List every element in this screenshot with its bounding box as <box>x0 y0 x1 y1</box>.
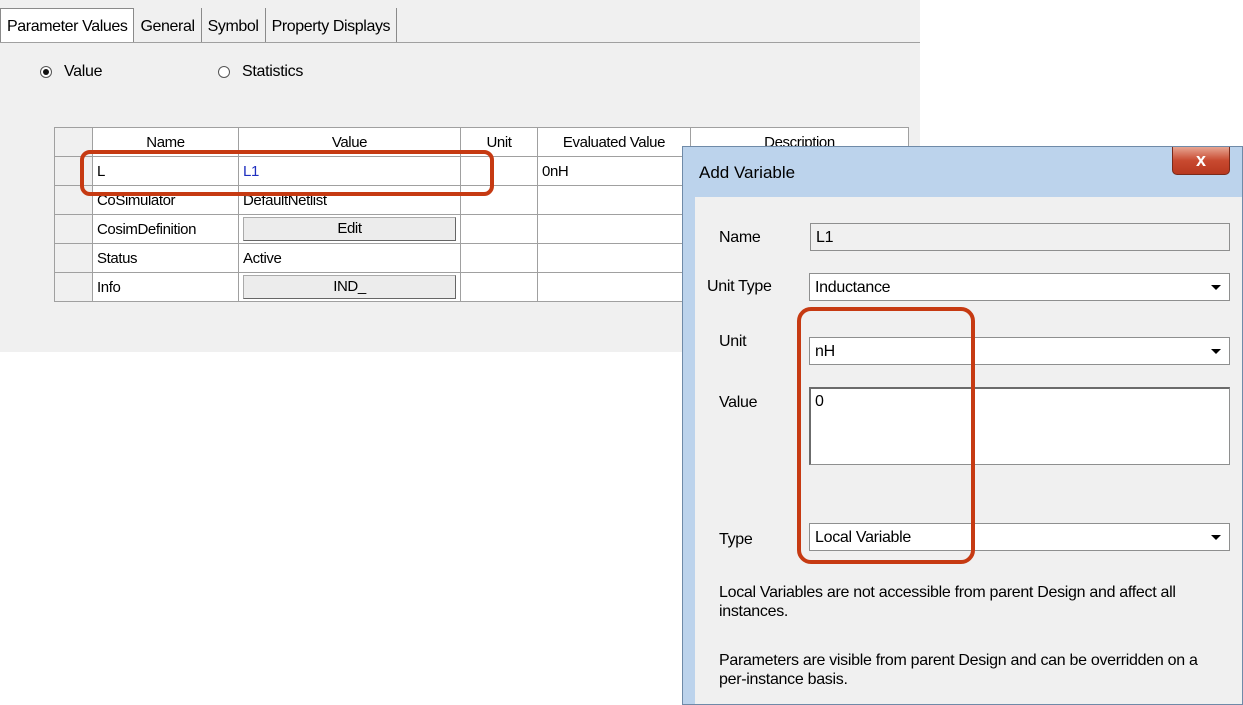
unit-type-select[interactable]: Inductance <box>809 273 1230 301</box>
cell-name[interactable]: CoSimulator <box>92 185 239 215</box>
dialog-title: Add Variable <box>699 163 796 182</box>
unit-select[interactable]: nH <box>809 337 1230 365</box>
unit-type-value: Inductance <box>815 279 891 296</box>
column-header-name[interactable]: Name <box>92 127 239 157</box>
cell-name[interactable]: Status <box>92 243 239 273</box>
radio-statistics-button[interactable] <box>218 66 230 78</box>
cell-value: Edit <box>238 214 461 244</box>
type-value: Local Variable <box>815 529 912 546</box>
edit-button[interactable]: Edit <box>243 217 456 241</box>
tab-property-displays[interactable]: Property Displays <box>265 8 398 42</box>
tab-parameter-values[interactable]: Parameter Values <box>0 8 135 42</box>
cell-unit[interactable] <box>460 156 538 186</box>
cell-evaluated <box>537 243 691 273</box>
chevron-down-icon[interactable] <box>1204 525 1228 549</box>
radio-statistics[interactable]: Statistics <box>218 63 303 81</box>
column-header-value[interactable]: Value <box>238 127 461 157</box>
radio-value-label: Value <box>64 63 103 80</box>
cell-evaluated: 0nH <box>537 156 691 186</box>
value-textarea[interactable]: 0 <box>809 387 1230 465</box>
add-variable-dialog: Add Variable x Name L1 Unit Type Inducta… <box>682 146 1243 705</box>
radio-value-button[interactable] <box>40 66 52 78</box>
row-header[interactable] <box>54 185 93 215</box>
type-label: Type <box>719 531 753 548</box>
unit-label: Unit <box>719 333 747 350</box>
info-button[interactable]: IND_ <box>243 275 456 299</box>
close-icon: x <box>1195 150 1206 170</box>
name-label: Name <box>719 229 761 246</box>
unit-type-label: Unit Type <box>707 278 772 295</box>
row-header-corner <box>54 127 93 157</box>
cell-unit[interactable] <box>460 243 538 273</box>
row-header[interactable] <box>54 272 93 302</box>
cell-value: IND_ <box>238 272 461 302</box>
dialog-body: Name L1 Unit Type Inductance Unit nH Val… <box>695 197 1242 704</box>
cell-name[interactable]: L <box>92 156 239 186</box>
cell-unit[interactable] <box>460 272 538 302</box>
value-label: Value <box>719 394 758 411</box>
cell-unit[interactable] <box>460 185 538 215</box>
column-header-evaluated-value[interactable]: Evaluated Value <box>537 127 691 157</box>
close-button[interactable]: x <box>1172 147 1230 175</box>
column-header-unit[interactable]: Unit <box>460 127 538 157</box>
cell-value[interactable]: L1 <box>238 156 461 186</box>
cell-evaluated <box>537 185 691 215</box>
chevron-down-icon[interactable] <box>1204 339 1228 363</box>
radio-value[interactable]: Value <box>40 63 103 81</box>
tab-general[interactable]: General <box>134 8 202 42</box>
tab-divider <box>0 42 920 43</box>
tab-bar: Parameter Values General Symbol Property… <box>0 8 398 42</box>
local-variable-info: Local Variables are not accessible from … <box>719 584 1176 620</box>
cell-value[interactable]: DefaultNetlist <box>238 185 461 215</box>
tab-symbol[interactable]: Symbol <box>201 8 266 42</box>
unit-value: nH <box>815 343 835 360</box>
cell-name[interactable]: CosimDefinition <box>92 214 239 244</box>
cell-value[interactable]: Active <box>238 243 461 273</box>
parameter-info: Parameters are visible from parent Desig… <box>719 652 1198 688</box>
cell-evaluated <box>537 214 691 244</box>
radio-statistics-label: Statistics <box>242 63 304 80</box>
cell-evaluated <box>537 272 691 302</box>
row-header[interactable] <box>54 214 93 244</box>
type-select[interactable]: Local Variable <box>809 523 1230 551</box>
chevron-down-icon[interactable] <box>1204 275 1228 299</box>
row-header[interactable] <box>54 156 93 186</box>
cell-unit[interactable] <box>460 214 538 244</box>
cell-name[interactable]: Info <box>92 272 239 302</box>
row-header[interactable] <box>54 243 93 273</box>
name-field[interactable]: L1 <box>810 223 1230 251</box>
